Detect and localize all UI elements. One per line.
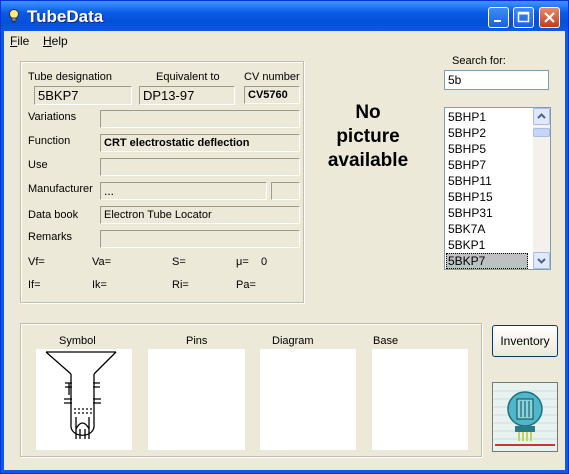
list-scrollbar[interactable]: [533, 108, 550, 269]
function-field[interactable]: CRT electrostatic deflection: [100, 134, 300, 152]
vacuum-tube-icon: [493, 383, 557, 451]
cv-field[interactable]: CV5760: [244, 86, 300, 104]
minimize-icon: [494, 20, 501, 22]
menu-bar: File Help: [4, 31, 565, 50]
maximize-icon: [517, 11, 530, 23]
no-picture-line-1: No: [355, 102, 381, 123]
designation-label: Tube designation: [28, 71, 112, 83]
param-s: S=: [172, 256, 186, 268]
cv-label: CV number: [244, 71, 300, 83]
function-label: Function: [28, 135, 71, 147]
scroll-thumb[interactable]: [533, 128, 550, 137]
symbol-label: Symbol: [59, 335, 96, 347]
chevron-up-icon: [537, 113, 546, 119]
databook-label: Data book: [28, 209, 79, 221]
list-item-selected[interactable]: 5BKP7: [446, 253, 528, 269]
list-item[interactable]: 5BHP2: [447, 125, 528, 141]
param-mu: μ=: [236, 256, 249, 268]
list-item[interactable]: 5BHP7: [447, 157, 528, 173]
no-picture-text: No picture available: [307, 101, 429, 173]
equivalent-label: Equivalent to: [156, 71, 220, 83]
list-item[interactable]: 5BK7A: [447, 221, 528, 237]
pins-label: Pins: [186, 335, 208, 347]
param-if: If=: [28, 279, 41, 291]
list-item[interactable]: 5BHP11: [447, 173, 528, 189]
symbol-panel: [36, 349, 132, 450]
param-pa: Pa=: [236, 279, 256, 291]
inventory-button[interactable]: Inventory: [492, 325, 558, 357]
databook-field[interactable]: Electron Tube Locator: [100, 206, 300, 224]
variations-label: Variations: [28, 111, 77, 123]
manufacturer-label: Manufacturer: [28, 183, 93, 195]
maximize-button[interactable]: [513, 7, 534, 28]
use-label: Use: [28, 159, 48, 171]
pins-panel: [148, 349, 245, 450]
param-mu-value: 0: [261, 256, 268, 268]
results-list[interactable]: 5BHP1 5BHP2 5BHP5 5BHP7 5BHP11 5BHP15 5B…: [444, 107, 551, 270]
chevron-down-icon: [537, 258, 546, 264]
base-label: Base: [373, 335, 399, 347]
close-button[interactable]: [539, 7, 560, 28]
menu-help-label: elp: [51, 34, 68, 48]
diagram-label: Diagram: [272, 335, 314, 347]
equivalent-field[interactable]: DP13-97: [139, 86, 235, 105]
tube-symbol-icon: [45, 351, 117, 439]
tube-logo-icon: [492, 382, 558, 452]
menu-file-label: ile: [17, 34, 30, 48]
scroll-down-button[interactable]: [533, 252, 550, 269]
designation-field[interactable]: 5BKP7: [34, 86, 132, 105]
list-item[interactable]: 5BHP31: [447, 205, 528, 221]
param-va: Va=: [92, 256, 112, 268]
title-bar[interactable]: TubeData: [1, 1, 568, 31]
search-label: Search for:: [452, 55, 506, 67]
diagram-panel: [260, 349, 356, 450]
manufacturer-field[interactable]: ...: [100, 182, 267, 200]
list-item[interactable]: 5BHP5: [447, 141, 528, 157]
window-title: TubeData: [27, 7, 104, 26]
no-picture-line-3: available: [327, 150, 409, 171]
no-picture-line-2: picture: [336, 126, 400, 147]
variations-field[interactable]: [100, 110, 300, 128]
search-input[interactable]: 5b: [444, 70, 549, 90]
scroll-up-button[interactable]: [533, 108, 550, 125]
manufacturer-code-field[interactable]: [271, 182, 300, 200]
param-ri: Ri=: [172, 279, 189, 291]
param-vf: Vf=: [28, 256, 45, 268]
remarks-field[interactable]: [100, 230, 300, 248]
list-item[interactable]: 5BHP1: [447, 109, 528, 125]
list-item[interactable]: 5BHP15: [447, 189, 528, 205]
close-icon: [544, 12, 555, 23]
use-field[interactable]: [100, 158, 300, 176]
lightbulb-icon: [9, 9, 19, 23]
client-area: File Help Tube designation Equivalent to…: [4, 31, 565, 470]
menu-file[interactable]: File: [10, 34, 29, 48]
app-window: TubeData File Help Tube designation Equi…: [0, 0, 569, 474]
remarks-label: Remarks: [28, 231, 73, 243]
list-item[interactable]: 5BKP1: [447, 237, 528, 253]
param-ik: Ik=: [92, 279, 107, 291]
menu-help[interactable]: Help: [43, 34, 68, 48]
menu-help-accel: H: [43, 34, 52, 48]
base-panel: [372, 349, 468, 450]
minimize-button[interactable]: [488, 7, 509, 28]
